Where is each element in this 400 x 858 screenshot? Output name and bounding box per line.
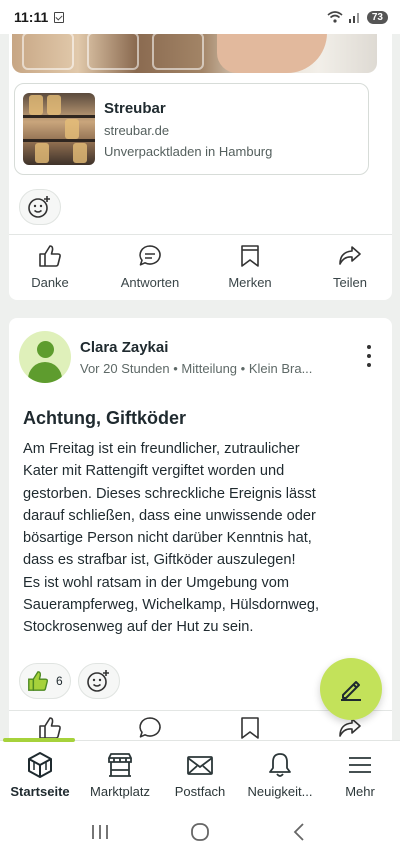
post-actions-bar: Danke Antworten Merken Teilen <box>0 243 400 290</box>
battery-indicator: 73 <box>366 10 388 24</box>
house-cube-icon <box>28 752 52 778</box>
avatar[interactable] <box>19 331 71 383</box>
hand-shape <box>217 28 327 73</box>
share-arrow-icon <box>339 246 361 265</box>
envelope-icon <box>187 756 213 775</box>
link-preview-text: Streubar streubar.de Unverpacktladen in … <box>104 100 272 159</box>
tab-mehr[interactable]: Mehr <box>320 741 400 805</box>
tab-postfach[interactable]: Postfach <box>160 741 240 805</box>
back-icon[interactable] <box>288 822 312 842</box>
post-image[interactable] <box>12 28 377 73</box>
bookmark-button[interactable]: Merken <box>210 243 290 290</box>
hamburger-menu-icon <box>349 757 371 773</box>
speech-bubble-icon <box>139 717 161 738</box>
thumbs-up-icon <box>39 717 61 739</box>
reply-button[interactable] <box>110 715 190 740</box>
post-body-line: Stockrosenweg auf der Hut zu sein. <box>23 619 254 636</box>
add-reaction-button[interactable] <box>19 189 61 225</box>
bottom-navigation: Startseite Marktplatz Postfach Neuigkeit… <box>0 738 400 805</box>
post-body-line: Es ist wohl ratsam in der Umgebung vom <box>23 574 290 591</box>
post-body-line: darauf schließen, dass eine unwissende o… <box>23 507 316 524</box>
bookmark-icon <box>241 245 259 267</box>
bell-icon <box>269 753 291 777</box>
tab-neuigkeiten[interactable]: Neuigkeit... <box>240 741 320 805</box>
pencil-icon <box>341 681 361 701</box>
link-preview-url: streubar.de <box>104 122 170 138</box>
status-time: 11:11 <box>14 9 49 25</box>
home-icon[interactable] <box>188 822 212 842</box>
add-reaction-button[interactable] <box>78 663 120 699</box>
tab-label: Neuigkeit... <box>247 784 313 799</box>
post-title: Achtung, Giftköder <box>23 408 186 428</box>
compose-post-button[interactable] <box>320 658 382 720</box>
tab-marktplatz[interactable]: Marktplatz <box>80 741 160 805</box>
post-body-line: bösartige Person nicht darüber Kenntnis … <box>23 530 312 547</box>
bookmark-button[interactable] <box>210 715 290 740</box>
share-button[interactable]: Teilen <box>310 243 390 290</box>
system-navigation-bar <box>0 805 400 858</box>
jar-shape <box>87 32 139 70</box>
post-body-line: dass es strafbar ist, Giftköder auszuleg… <box>23 552 296 569</box>
smiley-plus-icon <box>87 670 109 692</box>
notification-icon <box>54 11 65 23</box>
post-meta: Vor 20 Stunden • Mitteilung • Klein Bra.… <box>80 361 313 376</box>
share-label: Teilen <box>333 275 367 290</box>
like-reaction-button[interactable]: 6 <box>19 663 71 699</box>
thanks-button[interactable]: Danke <box>10 243 90 290</box>
smiley-plus-icon <box>28 196 50 218</box>
link-preview-description: Unverpacktladen in Hamburg <box>104 143 273 159</box>
thumbs-up-icon <box>39 245 61 267</box>
tab-label: Postfach <box>174 784 226 799</box>
post-options-button[interactable] <box>359 345 379 367</box>
thanks-button[interactable] <box>10 715 90 740</box>
speech-bubble-icon <box>139 245 161 266</box>
status-bar: 11:11 73 <box>0 0 400 34</box>
like-count: 6 <box>56 674 63 688</box>
post-body: Am Freitag ist ein freundlicher, zutraul… <box>23 438 379 639</box>
thanks-label: Danke <box>31 275 69 290</box>
market-stall-icon <box>108 753 132 777</box>
reply-button[interactable]: Antworten <box>110 243 190 290</box>
feed[interactable]: Streubar streubar.de Unverpacktladen in … <box>0 0 400 740</box>
link-preview-card[interactable]: Streubar streubar.de Unverpacktladen in … <box>14 83 369 175</box>
bookmark-label: Merken <box>228 275 272 290</box>
divider <box>9 234 392 235</box>
tab-label: Mehr <box>345 784 375 799</box>
recent-apps-icon[interactable] <box>88 822 112 842</box>
signal-icon <box>348 13 359 23</box>
jar-shape <box>152 32 204 70</box>
tab-label: Marktplatz <box>90 784 150 799</box>
tab-label: Startseite <box>10 784 70 799</box>
bookmark-icon <box>241 717 259 739</box>
tab-startseite[interactable]: Startseite <box>0 738 80 805</box>
wifi-icon <box>327 11 343 23</box>
reply-label: Antworten <box>120 275 180 290</box>
post-actions-bar-partial <box>0 715 400 740</box>
post-body-line: Sauerampferweg, Wichelkamp, Hülsdornweg, <box>23 597 320 614</box>
status-icons: 73 <box>327 10 388 24</box>
post-body-line: gestorben. Dieses schreckliche Ereignis … <box>23 485 316 502</box>
post-body-line: Kater mit Rattengift vergiftet worden un… <box>23 463 285 480</box>
post-author[interactable]: Clara Zaykai <box>80 339 168 356</box>
link-preview-title: Streubar <box>104 99 166 117</box>
thumbs-up-filled-icon <box>28 671 48 691</box>
post-body-line: Am Freitag ist ein freundlicher, zutraul… <box>23 441 300 457</box>
jar-shape <box>22 32 74 70</box>
link-preview-thumbnail <box>23 93 95 165</box>
